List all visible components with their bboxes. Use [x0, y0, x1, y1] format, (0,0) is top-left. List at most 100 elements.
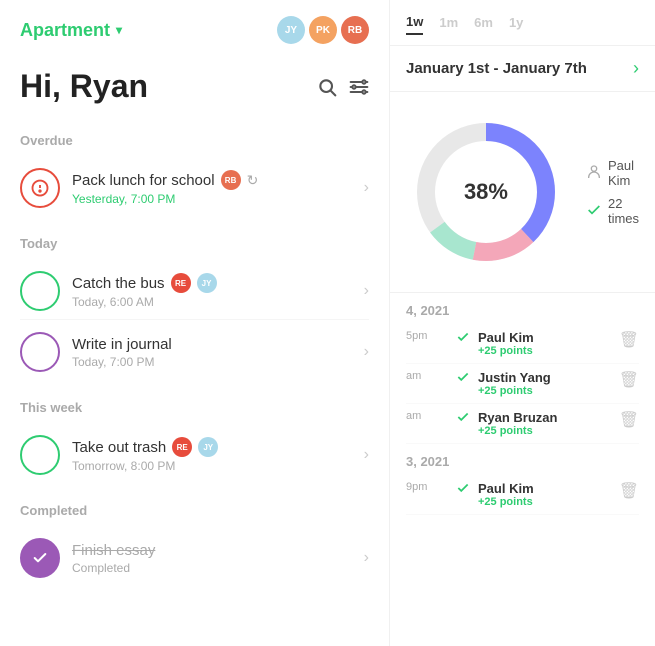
activity-time-4: 9pm — [406, 481, 448, 493]
icon-buttons — [317, 77, 369, 97]
task-trash[interactable]: Take out trash RE JY Tomorrow, 8:00 PM › — [20, 427, 369, 483]
tab-1m[interactable]: 1m — [439, 11, 458, 34]
chevron-right-icon: › — [364, 446, 369, 464]
activity-row-2: am Justin Yang +25 points 🗑 — [406, 364, 639, 404]
user-avatars: JY PK RB — [277, 16, 369, 44]
time-tabs: 1w 1m 6m 1y — [390, 0, 655, 46]
greeting-row: Hi, Ryan — [20, 68, 369, 105]
task-title-row-journal: Write in journal — [72, 336, 352, 353]
activity-row-3: am Ryan Bruzan +25 points 🗑 — [406, 404, 639, 444]
activity-points-2: +25 points — [478, 385, 611, 397]
greeting-text: Hi, Ryan — [20, 68, 148, 105]
task-info-bus: Catch the bus RE JY Today, 6:00 AM — [72, 273, 352, 309]
task-time-bus: Today, 6:00 AM — [72, 295, 352, 309]
completed-label: Completed — [20, 503, 369, 518]
date-range-row: January 1st - January 7th › — [390, 46, 655, 92]
today-label: Today — [20, 236, 369, 251]
task-assignee-jy: JY — [197, 273, 217, 293]
task-info-trash: Take out trash RE JY Tomorrow, 8:00 PM — [72, 437, 352, 473]
task-time-essay: Completed — [72, 561, 352, 575]
tab-1y[interactable]: 1y — [509, 11, 523, 34]
task-info-essay: Finish essay Completed — [72, 542, 352, 575]
activity-name-3: Ryan Bruzan — [478, 410, 611, 425]
legend-name: Paul Kim — [608, 158, 639, 188]
chevron-right-icon: › — [364, 282, 369, 300]
activity-time-1: 5pm — [406, 330, 448, 342]
donut-percent: 38% — [464, 179, 508, 205]
chevron-right-icon: › — [364, 179, 369, 197]
this-week-label: This week — [20, 400, 369, 415]
task-circle-completed — [20, 538, 60, 578]
task-circle-journal — [20, 332, 60, 372]
task-info-journal: Write in journal Today, 7:00 PM — [72, 336, 352, 369]
activity-time-2: am — [406, 370, 448, 382]
right-panel: 1w 1m 6m 1y January 1st - January 7th › … — [390, 0, 655, 646]
tab-6m[interactable]: 6m — [474, 11, 493, 34]
activity-time-3: am — [406, 410, 448, 422]
task-name-trash: Take out trash — [72, 439, 166, 456]
date-next-button[interactable]: › — [633, 58, 639, 79]
avatar-jy[interactable]: JY — [277, 16, 305, 44]
task-title-row-essay: Finish essay — [72, 542, 352, 559]
donut-chart: 38% — [406, 112, 566, 272]
delete-button-4[interactable]: 🗑 — [619, 481, 639, 501]
activity-section: 4, 2021 5pm Paul Kim +25 points 🗑 am Jus… — [390, 293, 655, 515]
task-time-overdue: Yesterday, 7:00 PM — [72, 192, 352, 206]
activity-person-2: Justin Yang +25 points — [478, 370, 611, 397]
activity-points-3: +25 points — [478, 425, 611, 437]
check-icon-1 — [456, 330, 470, 344]
avatar-pk[interactable]: PK — [309, 16, 337, 44]
task-name-journal: Write in journal — [72, 336, 172, 353]
legend-count: 22 times — [608, 196, 639, 226]
task-journal[interactable]: Write in journal Today, 7:00 PM › — [20, 324, 369, 380]
overdue-label: Overdue — [20, 133, 369, 148]
check-icon-3 — [456, 410, 470, 424]
delete-button-2[interactable]: 🗑 — [619, 370, 639, 390]
header-top: Apartment ▾ JY PK RB — [20, 16, 369, 44]
chart-legend: Paul Kim 22 times — [586, 158, 639, 226]
task-assignee-jy2: JY — [198, 437, 218, 457]
date-range-text: January 1st - January 7th — [406, 60, 587, 77]
today-section: Today Catch the bus RE JY Today, 6:00 AM… — [20, 236, 369, 380]
chart-container: 38% Paul Kim 22 times — [390, 92, 655, 293]
apartment-label: Apartment — [20, 20, 110, 41]
donut-center: 38% — [464, 179, 508, 205]
tab-1w[interactable]: 1w — [406, 10, 423, 35]
activity-name-2: Justin Yang — [478, 370, 611, 385]
apartment-selector[interactable]: Apartment ▾ — [20, 20, 122, 41]
task-name-bus: Catch the bus — [72, 275, 165, 292]
task-assignee-re2: RE — [172, 437, 192, 457]
task-title-row: Pack lunch for school RB ↻ — [72, 170, 352, 190]
task-name-essay: Finish essay — [72, 542, 155, 559]
task-catch-bus[interactable]: Catch the bus RE JY Today, 6:00 AM › — [20, 263, 369, 320]
completed-section: Completed Finish essay Completed › — [20, 503, 369, 586]
activity-name-1: Paul Kim — [478, 330, 611, 345]
filter-button[interactable] — [349, 77, 369, 97]
search-button[interactable] — [317, 77, 337, 97]
task-essay[interactable]: Finish essay Completed › — [20, 530, 369, 586]
this-week-section: This week Take out trash RE JY Tomorrow,… — [20, 400, 369, 483]
task-circle-bus — [20, 271, 60, 311]
task-circle-trash — [20, 435, 60, 475]
activity-name-4: Paul Kim — [478, 481, 611, 496]
activity-date-1: 4, 2021 — [406, 293, 639, 324]
person-icon — [586, 164, 602, 183]
activity-person-1: Paul Kim +25 points — [478, 330, 611, 357]
activity-points-4: +25 points — [478, 496, 611, 508]
task-info-pack-lunch: Pack lunch for school RB ↻ Yesterday, 7:… — [72, 170, 352, 206]
delete-button-3[interactable]: 🗑 — [619, 410, 639, 430]
chevron-right-icon: › — [364, 343, 369, 361]
repeat-icon: ↻ — [247, 172, 259, 189]
activity-row-1: 5pm Paul Kim +25 points 🗑 — [406, 324, 639, 364]
task-time-journal: Today, 7:00 PM — [72, 355, 352, 369]
legend-times: 22 times — [586, 196, 639, 226]
delete-button-1[interactable]: 🗑 — [619, 330, 639, 350]
overdue-section: Overdue Pack lunch for school RB ↻ Yeste… — [20, 133, 369, 216]
activity-person-3: Ryan Bruzan +25 points — [478, 410, 611, 437]
check-icon-4 — [456, 481, 470, 495]
task-pack-lunch[interactable]: Pack lunch for school RB ↻ Yesterday, 7:… — [20, 160, 369, 216]
avatar-rb[interactable]: RB — [341, 16, 369, 44]
activity-date-2: 3, 2021 — [406, 444, 639, 475]
activity-person-4: Paul Kim +25 points — [478, 481, 611, 508]
task-title-row-bus: Catch the bus RE JY — [72, 273, 352, 293]
